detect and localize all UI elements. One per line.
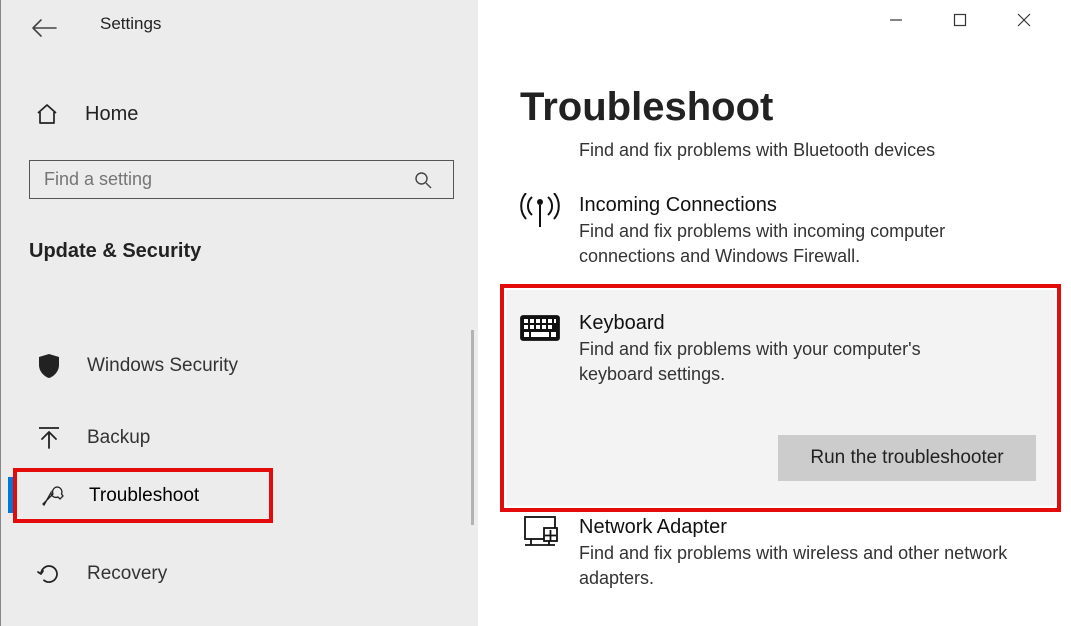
troubleshoot-item-keyboard[interactable]: Keyboard Find and fix problems with your… [519, 312, 1059, 387]
main-panel: Troubleshoot Find and fix problems with … [478, 0, 1071, 626]
back-button[interactable] [31, 18, 57, 43]
window-controls [879, 6, 1071, 34]
incoming-connections-icon [519, 194, 561, 226]
shield-icon [33, 350, 65, 382]
maximize-icon [953, 13, 967, 27]
run-troubleshooter-button[interactable]: Run the troubleshooter [778, 435, 1036, 481]
minimize-icon [889, 13, 903, 27]
sidebar-item-label: Troubleshoot [89, 485, 199, 507]
home-label: Home [85, 103, 138, 126]
category-heading: Update & Security [29, 240, 201, 263]
close-icon [1017, 13, 1031, 27]
back-arrow-icon [31, 18, 57, 38]
app-title: Settings [100, 14, 161, 34]
bluetooth-subtitle: Find and fix problems with Bluetooth dev… [579, 140, 1049, 161]
home-icon [31, 98, 63, 130]
search-icon [407, 164, 439, 196]
maximize-button[interactable] [943, 6, 977, 34]
item-title: Network Adapter [579, 516, 1009, 539]
search-input[interactable] [44, 169, 407, 190]
sidebar-item-troubleshoot[interactable]: Troubleshoot [13, 468, 273, 523]
troubleshoot-item-network[interactable]: Network Adapter Find and fix problems wi… [519, 516, 1059, 591]
sidebar-item-recovery[interactable]: Recovery [13, 538, 273, 610]
sidebar-scrollbar[interactable] [471, 330, 474, 525]
close-button[interactable] [1007, 6, 1041, 34]
item-subtitle: Find and fix problems with incoming comp… [579, 219, 1019, 269]
item-subtitle: Find and fix problems with your computer… [579, 337, 999, 387]
home-link[interactable]: Home [31, 98, 138, 130]
backup-icon [33, 422, 65, 454]
sidebar-item-label: Recovery [87, 563, 167, 585]
page-title: Troubleshoot [520, 85, 773, 130]
keyboard-icon [519, 312, 561, 344]
wrench-icon [37, 480, 69, 512]
sidebar-item-label: Backup [87, 427, 150, 449]
item-subtitle: Find and fix problems with wireless and … [579, 541, 1009, 591]
item-title: Incoming Connections [579, 194, 1019, 217]
sidebar-item-windows-security[interactable]: Windows Security [13, 330, 273, 402]
recovery-icon [33, 558, 65, 590]
troubleshoot-item-incoming[interactable]: Incoming Connections Find and fix proble… [519, 194, 1059, 269]
search-box[interactable] [29, 160, 454, 199]
sidebar-item-label: Windows Security [87, 355, 238, 377]
run-troubleshooter-label: Run the troubleshooter [810, 447, 1003, 469]
sidebar-nav: Windows Security Backup [13, 330, 273, 474]
sidebar-item-backup[interactable]: Backup [13, 402, 273, 474]
minimize-button[interactable] [879, 6, 913, 34]
sidebar: Settings Home Update & Security Windows … [0, 0, 478, 626]
network-adapter-icon [519, 516, 561, 548]
item-title: Keyboard [579, 312, 999, 335]
